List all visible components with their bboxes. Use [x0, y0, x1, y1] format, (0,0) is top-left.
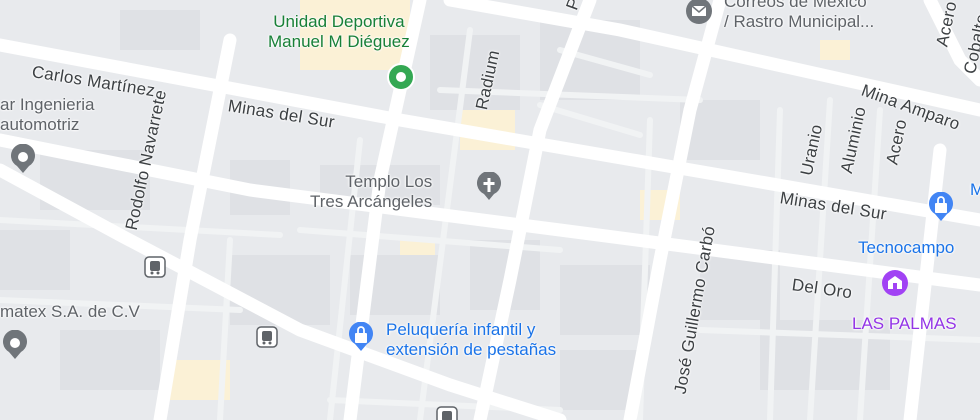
place-label-line: Correos de México [724, 0, 867, 11]
place-label-line: extensión de pestañas [386, 340, 557, 359]
place-label-line: ar Ingenieria [0, 95, 95, 114]
bus-icon[interactable] [144, 256, 166, 278]
place-label-las-palmas[interactable]: LAS PALMAS [852, 314, 957, 334]
place-label-line: Manuel M Diéguez [268, 32, 410, 51]
mail-icon[interactable] [684, 0, 714, 28]
place-label-line: Tres Arcángeles [310, 192, 433, 211]
place-label-tecnocampo[interactable]: Tecnocampo [858, 238, 954, 258]
place-label-line: / Rastro Municipal... [724, 12, 875, 31]
map-canvas[interactable]: Carlos Martínez Minas del Sur Minas del … [0, 0, 980, 420]
bus-icon[interactable] [256, 326, 278, 348]
park-pin-icon[interactable] [386, 62, 416, 92]
place-label-matex[interactable]: matex S.A. de C.V [0, 302, 140, 322]
church-cross-icon[interactable] [474, 172, 504, 202]
shopping-bag-icon[interactable] [926, 192, 956, 222]
place-label-templo[interactable]: Templo Los Tres Arcángeles [310, 172, 432, 212]
bus-icon[interactable] [436, 406, 458, 420]
place-label-correos[interactable]: Correos de México / Rastro Municipal... [724, 0, 874, 32]
place-label-peluqueria[interactable]: Peluquería infantil y extensión de pesta… [386, 320, 556, 360]
school-icon[interactable] [880, 268, 910, 298]
shopping-bag-icon[interactable] [346, 322, 376, 352]
place-label-line: Unidad Deportiva [273, 12, 405, 31]
place-icon[interactable] [8, 144, 38, 174]
place-icon[interactable] [0, 330, 30, 360]
place-label-unidad-deportiva[interactable]: Unidad Deportiva Manuel M Diéguez [268, 12, 410, 52]
place-label-line: automotriz [0, 115, 80, 134]
place-label-line: Peluquería infantil y [386, 320, 536, 339]
place-label-m-partial: M [970, 180, 980, 199]
place-label-line: Templo Los [345, 172, 433, 191]
place-label-ingenieria[interactable]: ar Ingenieria automotriz [0, 95, 95, 135]
